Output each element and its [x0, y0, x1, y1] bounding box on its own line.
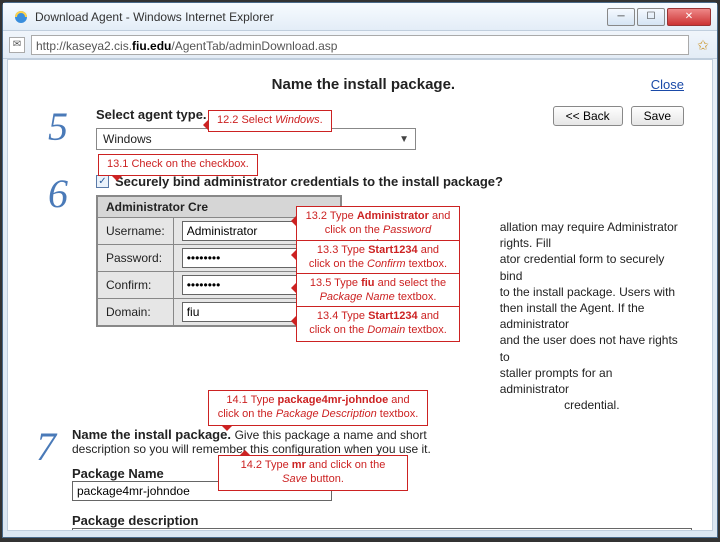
callout-13-1: 13.1 Check on the checkbox.: [98, 154, 258, 176]
url-input[interactable]: http://kaseya2.cis.fiu.edu/AgentTab/admi…: [31, 35, 689, 55]
minimize-button[interactable]: ─: [607, 8, 635, 26]
page-header: Name the install package. Close: [36, 76, 684, 93]
package-desc-input[interactable]: [72, 528, 692, 531]
callout-14-1: 14.1 Type package4mr-johndoe and click o…: [208, 390, 428, 426]
step-7-number: 7: [36, 427, 56, 467]
password-label: Password:: [97, 245, 173, 272]
callout-13-4: 13.4 Type Start1234 and click on the Dom…: [296, 306, 460, 342]
page-content: Name the install package. Close << Back …: [7, 59, 713, 531]
callout-13-3: 13.3 Type Start1234 and click on the Con…: [296, 240, 460, 276]
package-lead-bold: Name the install package.: [72, 427, 231, 442]
maximize-button[interactable]: ☐: [637, 8, 665, 26]
callout-12-2: 12.2 Select Windows.: [208, 110, 332, 132]
close-link[interactable]: Close: [651, 77, 684, 92]
domain-label: Domain:: [97, 299, 173, 327]
confirm-label: Confirm:: [97, 272, 173, 299]
window-controls: ─ ☐ ✕: [607, 8, 711, 26]
step-5-number: 5: [36, 107, 80, 147]
url-path: /AgentTab/adminDownload.asp: [171, 39, 337, 53]
titlebar: Download Agent - Windows Internet Explor…: [3, 3, 717, 31]
ie-icon: [13, 9, 29, 25]
favorites-icon[interactable]: ✩: [695, 37, 711, 53]
top-buttons: << Back Save: [553, 106, 684, 126]
agent-type-label: Select agent type.: [96, 107, 207, 122]
chevron-down-icon: ▼: [399, 134, 409, 145]
back-button[interactable]: << Back: [553, 106, 623, 126]
agent-type-value: Windows: [103, 132, 152, 146]
address-bar: ✉ http://kaseya2.cis.fiu.edu/AgentTab/ad…: [3, 31, 717, 59]
package-lead-1: Give this package a name and short: [235, 428, 427, 442]
save-button[interactable]: Save: [631, 106, 684, 126]
callout-13-5: 13.5 Type fiu and select the Package Nam…: [296, 273, 460, 309]
page-title: Name the install package.: [76, 76, 651, 93]
callout-14-2: 14.2 Type mr and click on the Save butto…: [218, 455, 408, 491]
close-window-button[interactable]: ✕: [667, 8, 711, 26]
bind-credentials-checkbox[interactable]: ✓: [96, 175, 109, 188]
url-prefix: http://kaseya2.cis.: [36, 39, 132, 53]
window-title: Download Agent - Windows Internet Explor…: [35, 10, 607, 24]
username-label: Username:: [97, 218, 173, 245]
url-host: fiu.edu: [132, 39, 171, 53]
bind-credentials-label: Securely bind administrator credentials …: [115, 174, 503, 189]
browser-window: Download Agent - Windows Internet Explor…: [2, 2, 718, 538]
package-desc-label: Package description: [72, 513, 692, 528]
page-icon: ✉: [9, 37, 25, 53]
step-6-number: 6: [36, 174, 80, 214]
